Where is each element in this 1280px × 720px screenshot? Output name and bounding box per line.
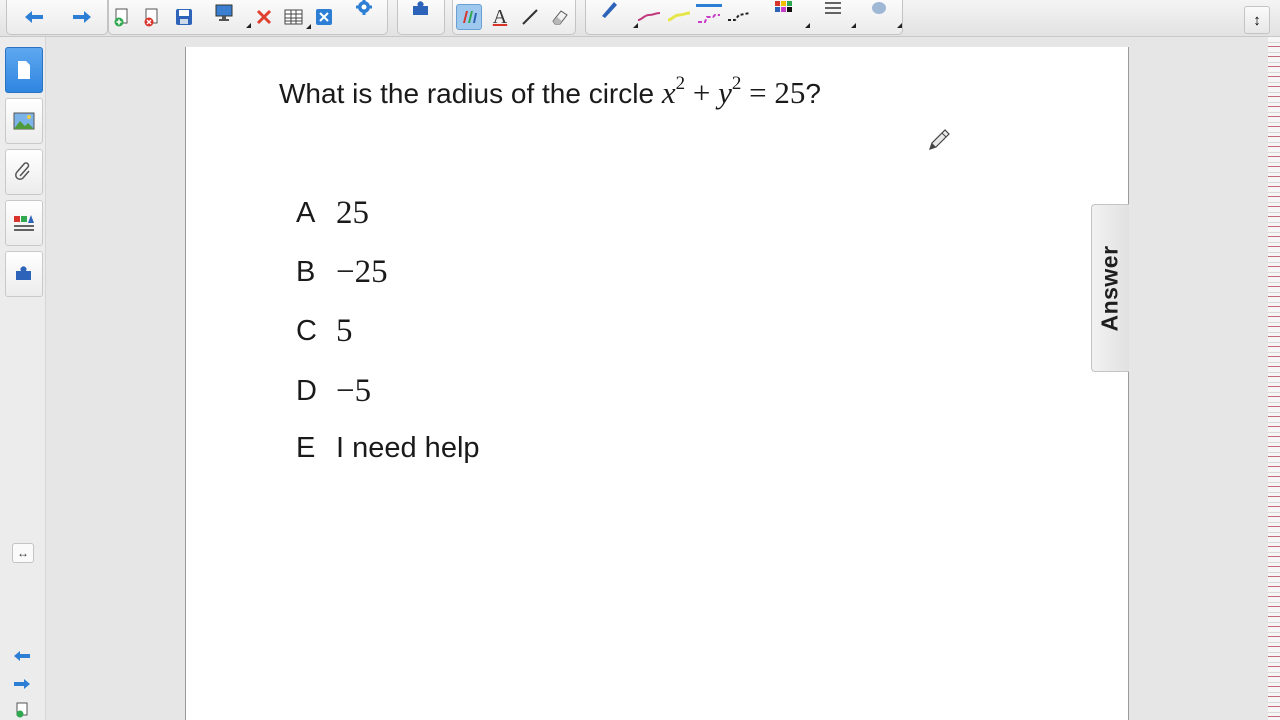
puzzle-icon[interactable]: [408, 0, 434, 22]
delete-icon[interactable]: [251, 4, 277, 30]
right-edge-strip: [1268, 37, 1280, 720]
choice-letter: E: [296, 431, 316, 464]
color-dropdown-icon[interactable]: [805, 23, 810, 28]
forward-arrow-icon[interactable]: [69, 4, 95, 30]
up-down-arrow-icon: ↕: [1253, 11, 1261, 29]
delete-page-icon[interactable]: [139, 4, 165, 30]
choice-a[interactable]: A 25: [296, 193, 369, 233]
sidebar-forward-icon[interactable]: [11, 675, 33, 693]
toolbar-position-toggle[interactable]: ↕: [1244, 6, 1270, 34]
choice-value: 25: [336, 194, 369, 231]
attachments-tab[interactable]: [5, 149, 43, 195]
line-icon[interactable]: [517, 4, 543, 30]
add-page-icon[interactable]: [109, 4, 135, 30]
question-prefix: What is the radius of the circle: [279, 78, 662, 109]
choice-value: −25: [336, 253, 388, 290]
choice-c[interactable]: C 5: [296, 311, 353, 351]
gear-icon[interactable]: [351, 0, 377, 20]
attachments-icon: [15, 162, 30, 180]
sidebar-add-page-icon[interactable]: [11, 701, 33, 719]
properties-tab[interactable]: [5, 200, 43, 246]
line-style-icon[interactable]: [820, 0, 856, 28]
page-sorter-icon: [18, 61, 30, 79]
choice-letter: A: [296, 196, 316, 229]
text-icon[interactable]: A: [487, 4, 513, 30]
equation-var-y: y: [718, 75, 732, 110]
close-box-icon[interactable]: [311, 4, 337, 30]
choice-value: I need help: [336, 431, 480, 464]
sidebar-back-icon[interactable]: [11, 647, 33, 665]
table-icon[interactable]: [281, 4, 311, 30]
pen-icon[interactable]: [456, 4, 482, 30]
choice-d[interactable]: D −5: [296, 371, 371, 411]
pen-style-yellow[interactable]: [666, 4, 692, 30]
equation-var-x: x: [661, 75, 676, 110]
page-sorter-tab[interactable]: [5, 47, 43, 93]
addons-icon: [16, 266, 31, 280]
equation: x2 + y2 = 25: [661, 73, 806, 110]
choice-letter: D: [296, 374, 317, 407]
toolbar-group-navigation: [6, 0, 108, 35]
answer-tab-label: Answer: [1097, 244, 1123, 332]
side-panel: ↔: [0, 37, 46, 720]
gallery-tab[interactable]: [5, 98, 43, 144]
sidebar-resize-handle[interactable]: ↔: [12, 543, 34, 563]
answer-tab[interactable]: Answer: [1091, 204, 1129, 372]
choice-letter: B: [296, 255, 316, 288]
resize-arrows-icon: ↔: [17, 546, 29, 560]
eraser-icon[interactable]: [547, 4, 573, 30]
pencil-cursor-icon: [926, 127, 952, 153]
choice-b[interactable]: B −25: [296, 252, 388, 292]
text-tool-glyph: A: [492, 6, 508, 28]
equation-plus: +: [685, 75, 719, 110]
color-palette-icon[interactable]: [770, 0, 810, 28]
choice-value: −5: [336, 372, 372, 409]
gallery-icon: [13, 112, 35, 130]
fill-icon[interactable]: [866, 0, 902, 28]
screen-icon[interactable]: [211, 0, 251, 28]
addons-tab[interactable]: [5, 251, 43, 297]
line-style-dropdown-icon[interactable]: [851, 23, 856, 28]
question-text: What is the radius of the circle x2 + y2…: [279, 73, 821, 111]
toolbar-group-tools: A: [452, 0, 576, 35]
fill-dropdown-icon[interactable]: [897, 23, 902, 28]
properties-icon: [14, 215, 34, 231]
creative-pen-icon[interactable]: [596, 0, 638, 28]
toolbar-group-pens: [585, 0, 903, 35]
back-arrow-icon[interactable]: [21, 4, 47, 30]
toolbar-group-page: [108, 0, 388, 35]
choice-value: 5: [336, 312, 353, 349]
main-toolbar: A ↕: [0, 0, 1280, 37]
whiteboard-page[interactable]: What is the radius of the circle x2 + y2…: [185, 47, 1129, 720]
pen-style-black[interactable]: [726, 4, 752, 30]
question-suffix: ?: [805, 78, 821, 109]
save-icon[interactable]: [171, 4, 197, 30]
equation-rhs: = 25: [741, 75, 806, 110]
choice-letter: C: [296, 314, 317, 347]
choice-e[interactable]: E I need help: [296, 428, 480, 468]
pen-style-red[interactable]: [636, 4, 662, 30]
pen-style-magenta[interactable]: [696, 4, 722, 30]
equation-exp-y: 2: [731, 73, 742, 94]
toolbar-group-addons: [397, 0, 445, 35]
equation-exp-x: 2: [675, 73, 686, 94]
